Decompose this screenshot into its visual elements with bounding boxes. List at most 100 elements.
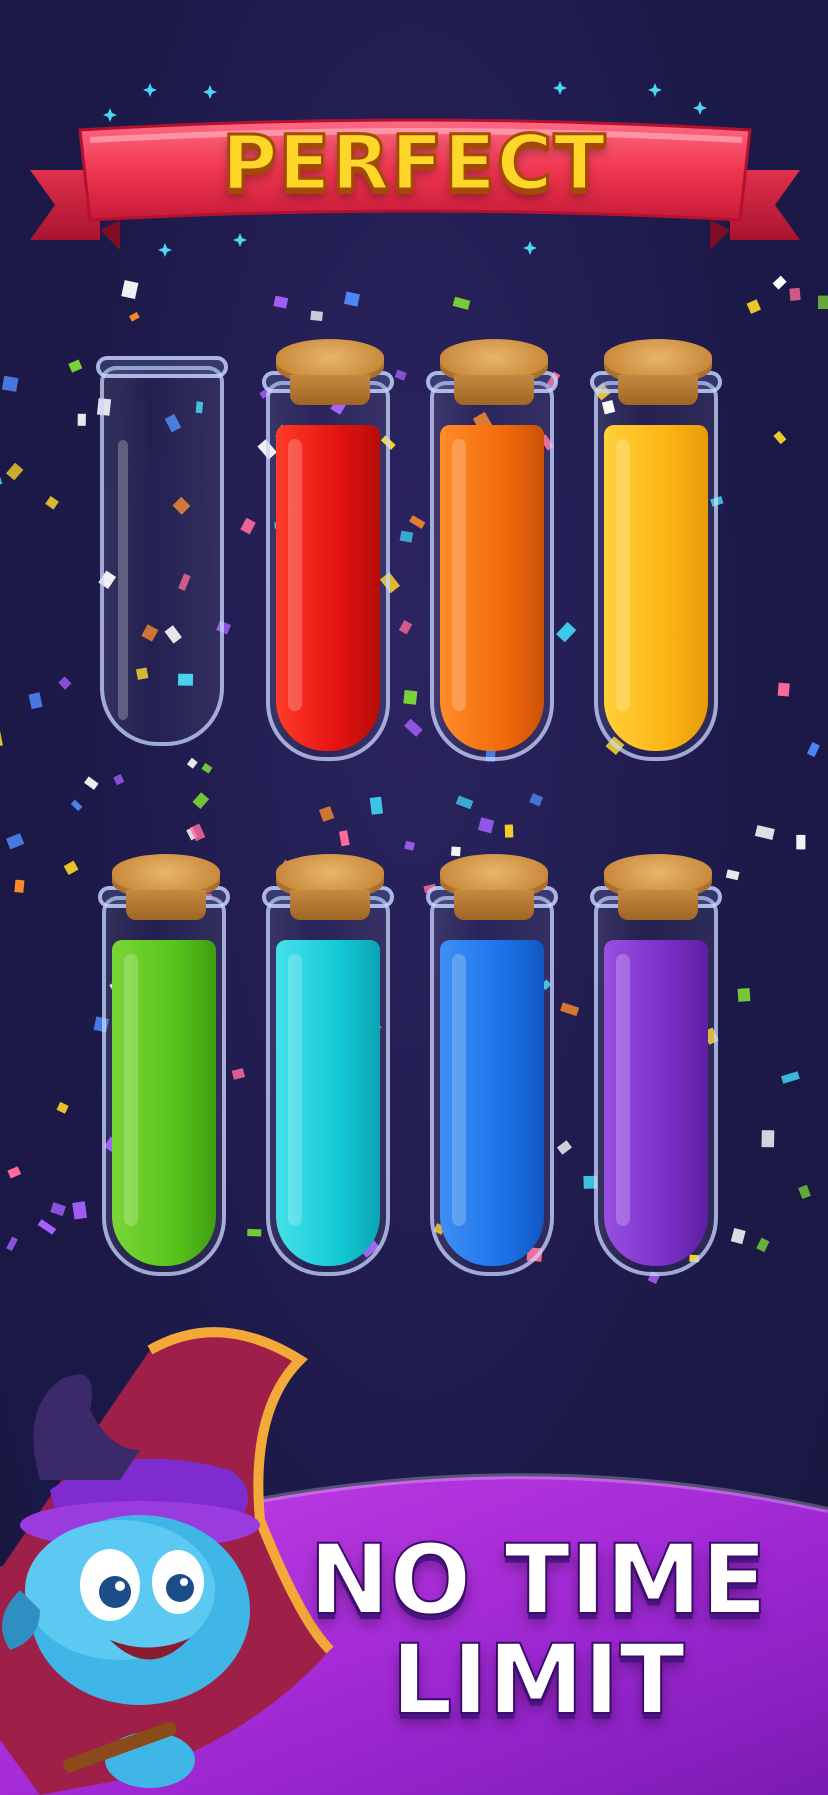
confetti-icon bbox=[409, 515, 426, 529]
liquid-blue bbox=[440, 940, 544, 1266]
confetti-icon bbox=[556, 621, 577, 643]
confetti-icon bbox=[0, 477, 3, 489]
confetti-icon bbox=[70, 799, 83, 812]
confetti-icon bbox=[404, 840, 416, 851]
perfect-banner-text: PERFECT bbox=[220, 117, 607, 209]
confetti-icon bbox=[5, 833, 25, 850]
liquid-yellow bbox=[604, 425, 708, 751]
confetti-icon bbox=[806, 742, 820, 758]
confetti-icon bbox=[28, 692, 43, 710]
sparkle-icon bbox=[143, 83, 157, 97]
tube-glass bbox=[594, 381, 718, 761]
confetti-icon bbox=[789, 287, 801, 301]
tube-glass bbox=[266, 381, 390, 761]
tube-green[interactable] bbox=[98, 854, 230, 1280]
cork-icon bbox=[276, 339, 384, 405]
confetti-icon bbox=[737, 988, 751, 1002]
confetti-icon bbox=[192, 792, 210, 809]
confetti-icon bbox=[6, 462, 24, 481]
confetti-icon bbox=[560, 1002, 580, 1017]
confetti-icon bbox=[556, 1140, 573, 1155]
confetti-icon bbox=[343, 291, 360, 307]
confetti-icon bbox=[0, 730, 3, 748]
tube-empty[interactable] bbox=[96, 330, 228, 750]
tagline-line-2: LIMIT bbox=[390, 1624, 686, 1736]
confetti-icon bbox=[37, 1219, 57, 1235]
cork-icon bbox=[276, 854, 384, 920]
confetti-icon bbox=[128, 311, 140, 322]
confetti-icon bbox=[796, 834, 806, 850]
liquid-green bbox=[112, 940, 216, 1266]
confetti-icon bbox=[6, 1236, 18, 1252]
tube-glass bbox=[430, 896, 554, 1276]
cork-icon bbox=[604, 339, 712, 405]
tube-red[interactable] bbox=[262, 339, 394, 765]
confetti-icon bbox=[121, 280, 139, 300]
tube-glass bbox=[594, 896, 718, 1276]
sparkle-icon bbox=[553, 81, 567, 95]
confetti-icon bbox=[754, 825, 775, 840]
confetti-icon bbox=[72, 1201, 88, 1220]
confetti-icon bbox=[761, 1130, 775, 1148]
tagline-line-1: NO TIME bbox=[308, 1524, 768, 1636]
confetti-icon bbox=[231, 1068, 245, 1080]
confetti-icon bbox=[818, 295, 828, 309]
confetti-icon bbox=[398, 619, 413, 635]
liquid-red bbox=[276, 425, 380, 751]
confetti-icon bbox=[455, 795, 474, 810]
tube-glass bbox=[430, 381, 554, 761]
confetti-icon bbox=[403, 690, 418, 705]
confetti-icon bbox=[318, 806, 335, 822]
confetti-icon bbox=[77, 413, 86, 426]
tube-rim bbox=[96, 356, 228, 378]
confetti-icon bbox=[58, 676, 72, 690]
confetti-icon bbox=[452, 296, 471, 310]
confetti-icon bbox=[450, 846, 461, 857]
confetti-icon bbox=[186, 757, 198, 769]
confetti-icon bbox=[780, 1071, 800, 1084]
liquid-orange bbox=[440, 425, 544, 751]
game-screen: PERFECT NO TIME LIMIT bbox=[0, 0, 828, 1795]
tube-purple[interactable] bbox=[590, 854, 722, 1280]
confetti-icon bbox=[113, 774, 125, 786]
confetti-icon bbox=[369, 796, 384, 815]
tube-cyan[interactable] bbox=[262, 854, 394, 1280]
tube-blue[interactable] bbox=[426, 854, 558, 1280]
confetti-icon bbox=[529, 793, 544, 807]
confetti-icon bbox=[730, 1228, 746, 1245]
tube-glass bbox=[100, 366, 224, 746]
liquid-cyan bbox=[276, 940, 380, 1266]
tube-orange[interactable] bbox=[426, 339, 558, 765]
confetti-icon bbox=[777, 682, 790, 697]
confetti-icon bbox=[201, 762, 213, 774]
tube-yellow[interactable] bbox=[590, 339, 722, 765]
confetti-icon bbox=[756, 1237, 770, 1253]
confetti-icon bbox=[399, 530, 414, 543]
confetti-icon bbox=[504, 824, 514, 838]
tube-glass bbox=[266, 896, 390, 1276]
confetti-icon bbox=[310, 310, 323, 322]
confetti-icon bbox=[725, 869, 740, 881]
confetti-icon bbox=[1, 375, 19, 392]
confetti-icon bbox=[798, 1184, 811, 1199]
sparkle-icon bbox=[648, 83, 662, 97]
liquid-purple bbox=[604, 940, 708, 1266]
cork-icon bbox=[440, 339, 548, 405]
cork-icon bbox=[112, 854, 220, 920]
confetti-icon bbox=[63, 860, 79, 875]
confetti-icon bbox=[84, 776, 99, 790]
confetti-icon bbox=[273, 295, 289, 309]
sparkle-icon bbox=[203, 85, 217, 99]
confetti-icon bbox=[68, 359, 83, 373]
confetti-icon bbox=[394, 369, 407, 381]
confetti-icon bbox=[477, 817, 495, 834]
confetti-icon bbox=[56, 1101, 69, 1114]
cork-icon bbox=[440, 854, 548, 920]
confetti-icon bbox=[746, 299, 762, 314]
confetti-icon bbox=[773, 430, 787, 445]
confetti-icon bbox=[50, 1202, 66, 1217]
cork-icon bbox=[604, 854, 712, 920]
confetti-icon bbox=[247, 1228, 262, 1237]
confetti-icon bbox=[772, 275, 787, 290]
confetti-icon bbox=[404, 718, 423, 737]
